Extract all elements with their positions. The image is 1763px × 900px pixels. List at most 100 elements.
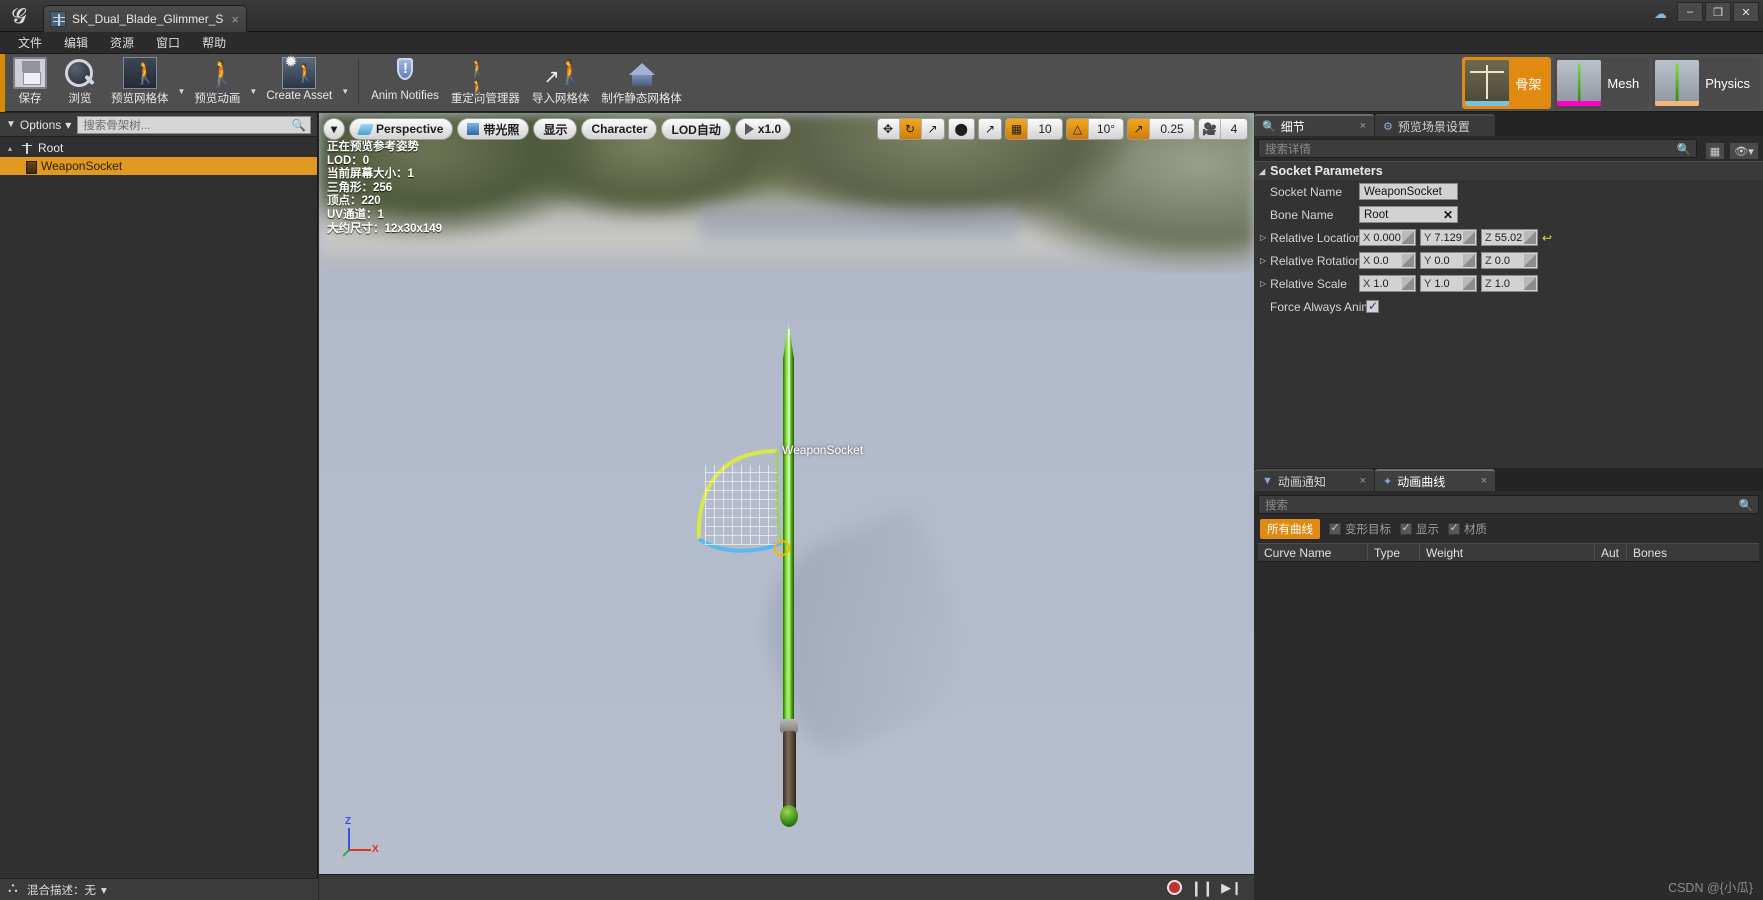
angle-snap-value[interactable]: 10° [1089,119,1123,139]
expand-triangle-icon[interactable]: ▷ [1260,256,1266,265]
translate-mode-button[interactable]: ✥ [877,119,900,139]
camera-icon[interactable]: 🎥 [1199,119,1221,139]
close-window-button[interactable]: ✕ [1733,2,1759,22]
retarget-manager-button[interactable]: 重定向管理器 [445,54,526,112]
filter-display[interactable]: 显示 [1400,521,1439,537]
preview-mesh-button[interactable]: 预览网格体 [105,54,175,112]
skeleton-search-input[interactable]: 搜索骨架树... 🔍 [77,115,311,134]
viewport-show-button[interactable]: 显示 [533,118,578,140]
scale-snap-icon[interactable]: ↗ [1128,119,1150,139]
viewport-view-mode-button[interactable]: Perspective [349,118,454,140]
drag-handle-icon[interactable] [1463,277,1475,290]
maximize-button[interactable]: ❐ [1705,2,1731,22]
eye-icon[interactable]: 👁▾ [1729,142,1759,160]
drag-handle-icon[interactable] [1402,277,1414,290]
sword-mesh[interactable] [774,323,804,833]
socket-name-input[interactable]: WeaponSocket [1359,183,1458,200]
step-forward-icon[interactable]: ▶❙ [1221,880,1242,896]
viewport[interactable]: WeaponSocket 正在预览参考姿势 LOD：0 当前屏幕大小：1 三角形… [319,113,1254,900]
column-curve-name[interactable]: Curve Name [1258,544,1368,561]
column-type[interactable]: Type [1368,544,1420,561]
drag-handle-icon[interactable] [1463,231,1475,244]
tree-item-root[interactable]: ▴ Root [0,139,317,157]
camera-speed-value[interactable]: 4 [1221,119,1247,139]
bone-name-input[interactable]: Root ✕ [1359,206,1458,223]
expand-twisty-icon[interactable]: ▴ [8,144,17,153]
blend-profile-statusbar[interactable]: 混合描述：无 ▾ [0,878,318,900]
drag-handle-icon[interactable] [1524,231,1536,244]
relative-rotation-x[interactable]: X 0.0 [1359,252,1416,269]
preview-mesh-dropdown-icon[interactable]: ▼ [175,87,189,96]
preview-anim-dropdown-icon[interactable]: ▼ [246,87,260,96]
relative-rotation-z[interactable]: Z 0.0 [1481,252,1538,269]
relative-location-z[interactable]: Z 55.02 [1481,229,1538,246]
rotation-gizmo[interactable] [677,443,787,573]
menu-edit[interactable]: 编辑 [54,31,98,54]
socket-parameters-section-header[interactable]: ◢ Socket Parameters [1254,161,1763,180]
curves-search-input[interactable]: 搜索 🔍 [1258,495,1759,514]
anim-notifies-button[interactable]: Anim Notifies [365,54,445,112]
skeleton-options-button[interactable]: ▼ Options ▾ [6,118,71,132]
viewport-playrate-button[interactable]: x1.0 [734,118,792,140]
mode-skeleton[interactable]: 骨架 [1462,57,1552,109]
record-icon[interactable] [1166,880,1182,895]
tab-preview-scene-settings[interactable]: ⚙ 预览场景设置 [1375,114,1495,136]
grid-snap-value[interactable]: 10 [1028,119,1062,139]
surface-snap-button[interactable]: ↗ [977,118,1002,140]
angle-icon[interactable]: △ [1067,119,1089,139]
column-auto[interactable]: Aut [1595,544,1627,561]
mode-physics[interactable]: Physics [1652,57,1760,109]
filter-material[interactable]: 材质 [1448,521,1487,537]
filter-morph-target[interactable]: 变形目标 [1329,521,1391,537]
close-icon[interactable]: × [231,12,239,27]
clear-icon[interactable]: ✕ [1443,208,1453,222]
minimize-button[interactable]: – [1677,2,1703,22]
grid-view-icon[interactable]: ▦ [1705,142,1725,160]
relative-scale-x[interactable]: X 1.0 [1359,275,1416,292]
viewport-lod-button[interactable]: LOD自动 [661,118,731,140]
create-asset-dropdown-icon[interactable]: ▼ [338,87,352,96]
relative-scale-y[interactable]: Y 1.0 [1420,275,1477,292]
scale-mode-button[interactable]: ↗ [921,119,944,139]
save-button[interactable]: 保存 [5,54,55,112]
menu-help[interactable]: 帮助 [192,31,236,54]
close-icon[interactable]: × [1360,120,1366,132]
drag-handle-icon[interactable] [1524,277,1536,290]
menu-file[interactable]: 文件 [8,31,52,54]
expand-triangle-icon[interactable]: ▷ [1260,233,1266,242]
relative-location-x[interactable]: X 0.000 [1359,229,1416,246]
socket-gizmo-pivot[interactable] [774,540,790,556]
close-icon[interactable]: × [1481,475,1487,487]
drag-handle-icon[interactable] [1524,254,1536,267]
tab-anim-curves[interactable]: ✦ 动画曲线 × [1375,469,1495,491]
viewport-options-button[interactable]: ▾ [323,118,346,140]
relative-location-y[interactable]: Y 7.129 [1420,229,1477,246]
drag-handle-icon[interactable] [1463,254,1475,267]
relative-rotation-y[interactable]: Y 0.0 [1420,252,1477,269]
cloud-icon[interactable]: ☁ [1654,6,1667,22]
chevron-down-icon[interactable]: ▾ [101,883,107,897]
rotate-mode-button[interactable]: ↻ [899,119,922,139]
collapse-triangle-icon[interactable]: ◢ [1259,167,1265,176]
scale-snap-value[interactable]: 0.25 [1150,119,1194,139]
drag-handle-icon[interactable] [1402,254,1414,267]
reset-arrow-icon[interactable]: ↩ [1542,231,1552,245]
browse-button[interactable]: 浏览 [55,54,105,112]
create-asset-button[interactable]: Create Asset [260,52,338,112]
viewport-character-button[interactable]: Character [581,118,658,140]
asset-tab[interactable]: SK_Dual_Blade_Glimmer_S × [43,5,247,32]
relative-scale-z[interactable]: Z 1.0 [1481,275,1538,292]
drag-handle-icon[interactable] [1402,231,1414,244]
pause-icon[interactable]: ❙❙ [1190,879,1214,897]
details-search-input[interactable]: 搜索详情 🔍 [1258,139,1697,158]
menu-window[interactable]: 窗口 [146,31,190,54]
column-bones[interactable]: Bones [1627,544,1677,561]
preview-anim-button[interactable]: 预览动画 [188,54,246,112]
coordinate-space-button[interactable]: ⬤ [947,118,975,140]
column-weight[interactable]: Weight [1420,544,1595,561]
all-curves-filter-button[interactable]: 所有曲线 [1260,519,1320,539]
grid-snap-icon[interactable]: ▦ [1006,119,1028,139]
close-icon[interactable]: × [1360,475,1366,487]
tab-anim-notifies[interactable]: ▼ 动画通知 × [1254,469,1374,491]
make-static-mesh-button[interactable]: 制作静态网格体 [595,54,688,112]
